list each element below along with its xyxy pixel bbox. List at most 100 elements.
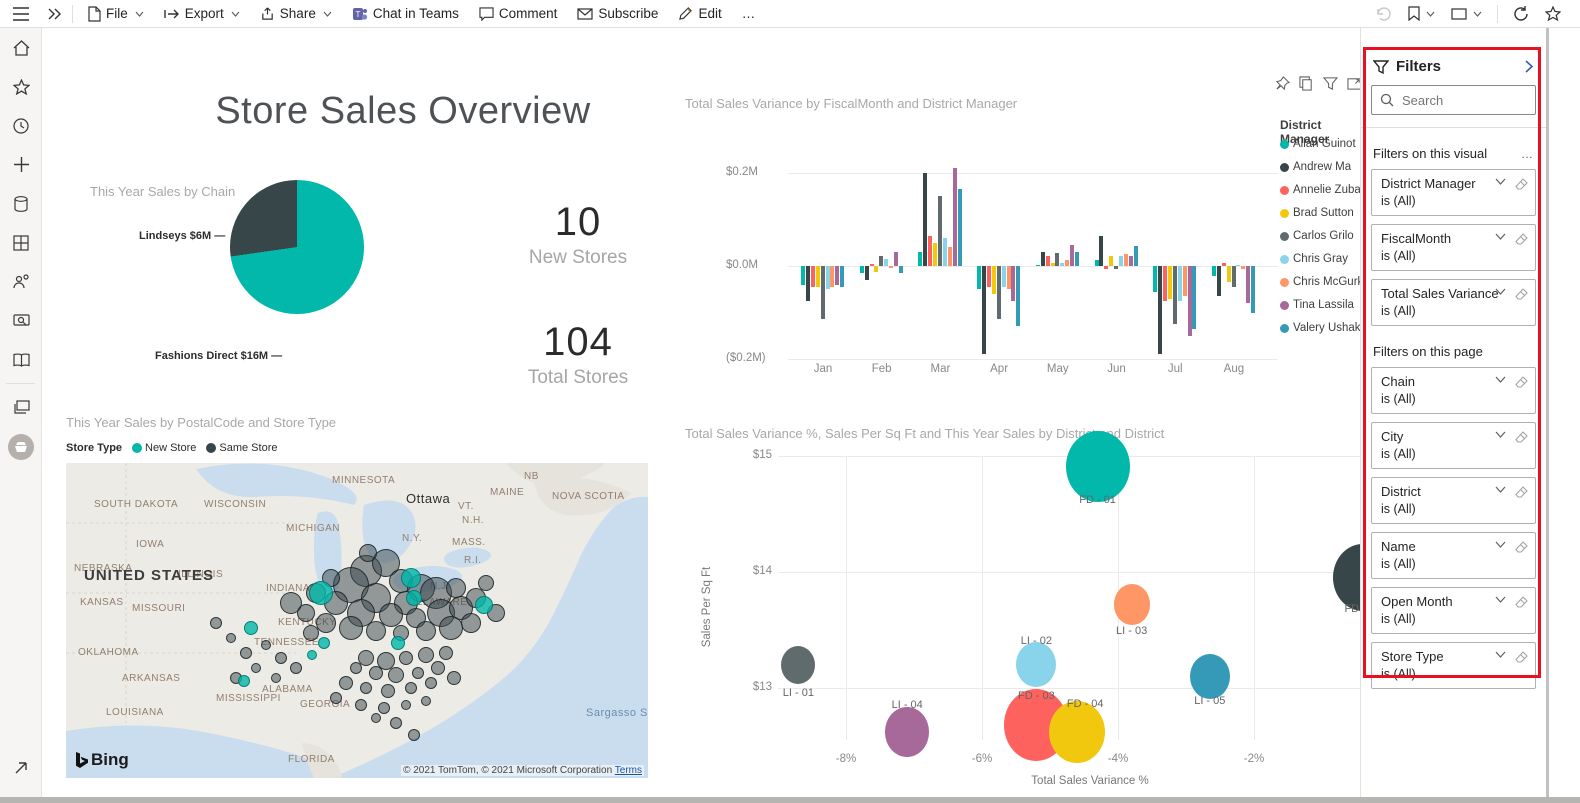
bar-chris-mcgurk[interactable] — [947, 247, 952, 266]
legend-item-chris-mcgurk[interactable]: Chris McGurk — [1280, 276, 1363, 288]
bar-annelie-zubar[interactable] — [986, 266, 991, 287]
map-bubble-same-store[interactable] — [369, 666, 383, 680]
map-visual[interactable]: MINNESOTA SOUTH DAKOTA WISCONSIN MICHIGAN IO… — [66, 463, 648, 778]
bar-annelie-zubar[interactable] — [1045, 255, 1050, 266]
map-bubble-new-store[interactable] — [307, 650, 317, 660]
filter-card-city[interactable]: City is (All) — [1371, 422, 1536, 469]
map-bubble-new-store[interactable] — [318, 637, 330, 649]
apps-icon[interactable] — [0, 223, 42, 262]
bar-carlos-grilo[interactable] — [1055, 252, 1060, 266]
scatter-chart[interactable]: $15$14$13-8%-6%-4%-2%0%Sales Per Sq FtTo… — [680, 423, 1398, 793]
bar-carlos-grilo[interactable] — [1172, 266, 1177, 325]
search-input[interactable] — [1402, 92, 1512, 108]
chevron-down-icon[interactable] — [1495, 178, 1506, 190]
bar-annelie-zubar[interactable] — [928, 235, 933, 266]
map-bubble-same-store[interactable] — [405, 682, 417, 694]
chevron-down-icon[interactable] — [1495, 541, 1506, 553]
map-bubble-new-store[interactable] — [238, 675, 250, 687]
legend-item-valery-ushakov[interactable]: Valery Ushakov — [1280, 322, 1373, 334]
kpi-new-stores[interactable]: 10 New Stores — [468, 200, 688, 269]
bar-andrew-ma[interactable] — [864, 266, 869, 280]
toolbar-item--[interactable]: … — [732, 0, 766, 28]
bar-chris-mcgurk[interactable] — [889, 266, 894, 269]
collapse-nav-icon[interactable] — [42, 0, 68, 28]
map-bubble-new-store[interactable] — [401, 568, 421, 588]
pin-icon[interactable] — [1275, 76, 1290, 96]
map-bubble-new-store[interactable] — [475, 596, 493, 614]
map-bubble-same-store[interactable] — [378, 702, 390, 714]
chevron-down-icon[interactable] — [1495, 288, 1506, 300]
map-bubble-same-store[interactable] — [447, 671, 461, 685]
bar-chris-gray[interactable] — [1001, 266, 1006, 287]
map-bubble-same-store[interactable] — [275, 652, 287, 664]
bar-annelie-zubar[interactable] — [1104, 266, 1109, 269]
bar-allan-guinot[interactable] — [1094, 260, 1099, 266]
bar-andrew-ma[interactable] — [923, 173, 928, 266]
map-legend-item-same-store[interactable]: Same Store — [206, 442, 277, 454]
map-bubble-same-store[interactable] — [350, 662, 362, 674]
bar-valery-ushakov[interactable] — [957, 189, 962, 266]
map-bubble-same-store[interactable] — [339, 676, 353, 690]
map-bubble-same-store[interactable] — [461, 613, 481, 633]
chevron-down-icon[interactable] — [1495, 651, 1506, 663]
bar-chris-mcgurk[interactable] — [1006, 266, 1011, 290]
map-bubble-same-store[interactable] — [210, 617, 222, 629]
bar-tina-lassila[interactable] — [835, 266, 840, 285]
filters-search[interactable] — [1371, 85, 1536, 115]
map-bubble-same-store[interactable] — [330, 692, 342, 704]
map-bubble-new-store[interactable] — [391, 636, 405, 650]
open-arrow-icon[interactable] — [0, 748, 42, 787]
browse-workspaces-icon[interactable] — [0, 388, 42, 427]
view-icon[interactable] — [1446, 0, 1487, 28]
filter-card-fiscalmonth[interactable]: FiscalMonth is (All) — [1371, 224, 1536, 271]
deployment-people-icon[interactable] — [0, 262, 42, 301]
eraser-icon[interactable] — [1515, 596, 1528, 608]
bar-allan-guinot[interactable] — [859, 266, 864, 273]
bar-brad-sutton[interactable] — [991, 266, 996, 294]
toolbar-item-file[interactable]: File — [77, 0, 154, 28]
collapse-pane-icon[interactable] — [1525, 60, 1536, 73]
learn-book-icon[interactable] — [0, 340, 42, 379]
bar-chris-mcgurk[interactable] — [1065, 260, 1070, 266]
map-bubble-same-store[interactable] — [408, 729, 420, 741]
map-bubble-same-store[interactable] — [316, 613, 336, 633]
map-bubble-same-store[interactable] — [261, 640, 271, 650]
bar-brad-sutton[interactable] — [874, 266, 879, 272]
filter-icon[interactable] — [1323, 76, 1338, 96]
bar-brad-sutton[interactable] — [1167, 266, 1172, 299]
bar-chris-gray[interactable] — [1236, 265, 1241, 266]
bar-chris-mcgurk[interactable] — [1123, 253, 1128, 266]
hamburger-menu-icon[interactable] — [0, 6, 42, 21]
chevron-down-icon[interactable] — [1495, 486, 1506, 498]
map-bubble-same-store[interactable] — [355, 699, 367, 711]
map-bubble-same-store[interactable] — [240, 647, 252, 659]
bar-annelie-zubar[interactable] — [869, 263, 874, 266]
map-bubble-same-store[interactable] — [401, 700, 411, 710]
bar-carlos-grilo[interactable] — [1231, 266, 1236, 287]
filter-card-chain[interactable]: Chain is (All) — [1371, 367, 1536, 414]
bar-allan-guinot[interactable] — [801, 266, 805, 285]
bar-chris-mcgurk[interactable] — [1241, 266, 1246, 269]
map-bubble-same-store[interactable] — [399, 651, 413, 665]
map-bubble-same-store[interactable] — [280, 592, 302, 614]
bar-valery-ushakov[interactable] — [1016, 266, 1021, 327]
bar-tina-lassila[interactable] — [894, 252, 898, 266]
scatter-bubble-fd-04[interactable] — [1049, 700, 1106, 764]
eraser-icon[interactable] — [1515, 486, 1528, 498]
metrics-icon[interactable] — [0, 301, 42, 340]
home-icon[interactable] — [0, 28, 42, 67]
bar-tina-lassila[interactable] — [1070, 245, 1075, 266]
bar-valery-ushakov[interactable] — [898, 266, 903, 273]
eraser-icon[interactable] — [1515, 651, 1528, 663]
eraser-icon[interactable] — [1515, 178, 1528, 190]
legend-item-tina-lassila[interactable]: Tina Lassila — [1280, 299, 1354, 311]
bar-andrew-ma[interactable] — [1216, 266, 1221, 297]
chevron-down-icon[interactable] — [1495, 431, 1506, 443]
bar-carlos-grilo[interactable] — [879, 255, 884, 266]
filter-card-store-type[interactable]: Store Type is (All) — [1371, 642, 1536, 689]
bar-andrew-ma[interactable] — [1099, 235, 1104, 266]
map-bubble-new-store[interactable] — [244, 621, 258, 635]
bar-carlos-grilo[interactable] — [938, 196, 942, 266]
map-bubble-same-store[interactable] — [359, 544, 377, 562]
eraser-icon[interactable] — [1515, 288, 1528, 300]
